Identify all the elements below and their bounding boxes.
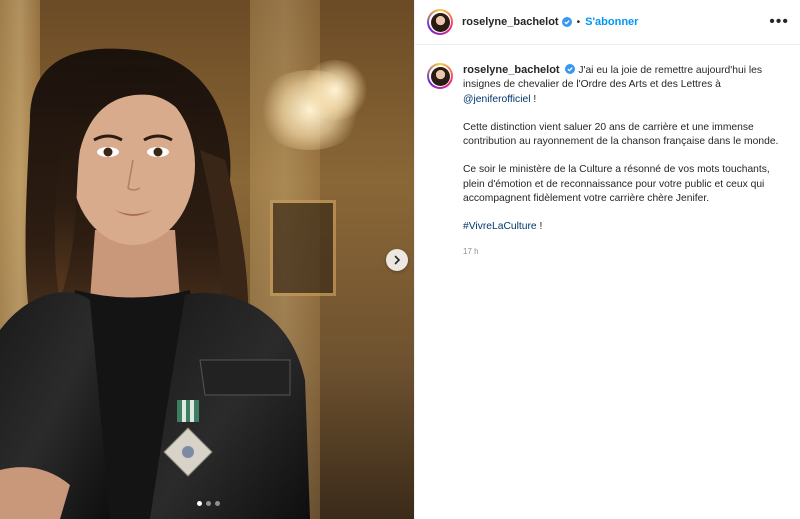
chevron-right-icon	[394, 255, 401, 265]
mention-link[interactable]: @jeniferofficiel	[463, 94, 531, 105]
post-header: roselyne_bachelot • S'abonner •••	[415, 0, 800, 45]
carousel-dot	[215, 501, 220, 506]
hashtag-link[interactable]: #VivreLaCulture	[463, 221, 537, 232]
follow-button[interactable]: S'abonner	[585, 16, 638, 28]
profile-picture	[430, 12, 450, 32]
verified-badge-icon	[561, 17, 572, 27]
verified-badge-icon	[565, 64, 576, 74]
post-media[interactable]	[0, 0, 414, 519]
more-options-icon[interactable]: •••	[769, 14, 789, 30]
separator-dot: •	[576, 16, 581, 28]
portrait-photo	[0, 48, 310, 519]
caption-avatar[interactable]	[427, 63, 453, 89]
post-side-panel: roselyne_bachelot • S'abonner ••• rosely…	[414, 0, 800, 519]
carousel-dot	[206, 501, 211, 506]
hashtag-end: !	[536, 221, 543, 233]
carousel-dot	[197, 501, 202, 506]
post-timestamp[interactable]: 17 h	[463, 245, 789, 259]
caption-text: roselyne_bachelot J'ai eu la joie de rem…	[463, 63, 789, 259]
profile-picture	[430, 66, 450, 86]
comments-section: roselyne_bachelot J'ai eu la joie de rem…	[415, 45, 800, 259]
caption-paragraph-3: Ce soir le ministère de la Culture a rés…	[463, 164, 770, 205]
caption-paragraph-2: Cette distinction vient saluer 20 ans de…	[463, 121, 779, 148]
header-username[interactable]: roselyne_bachelot	[462, 16, 559, 28]
carousel-indicator	[197, 501, 220, 506]
caption-username[interactable]: roselyne_bachelot	[463, 64, 560, 76]
carousel-next-button[interactable]	[386, 249, 408, 271]
caption-comment: roselyne_bachelot J'ai eu la joie de rem…	[427, 63, 789, 259]
caption-line-1-end: !	[530, 93, 537, 105]
avatar[interactable]	[427, 9, 453, 35]
